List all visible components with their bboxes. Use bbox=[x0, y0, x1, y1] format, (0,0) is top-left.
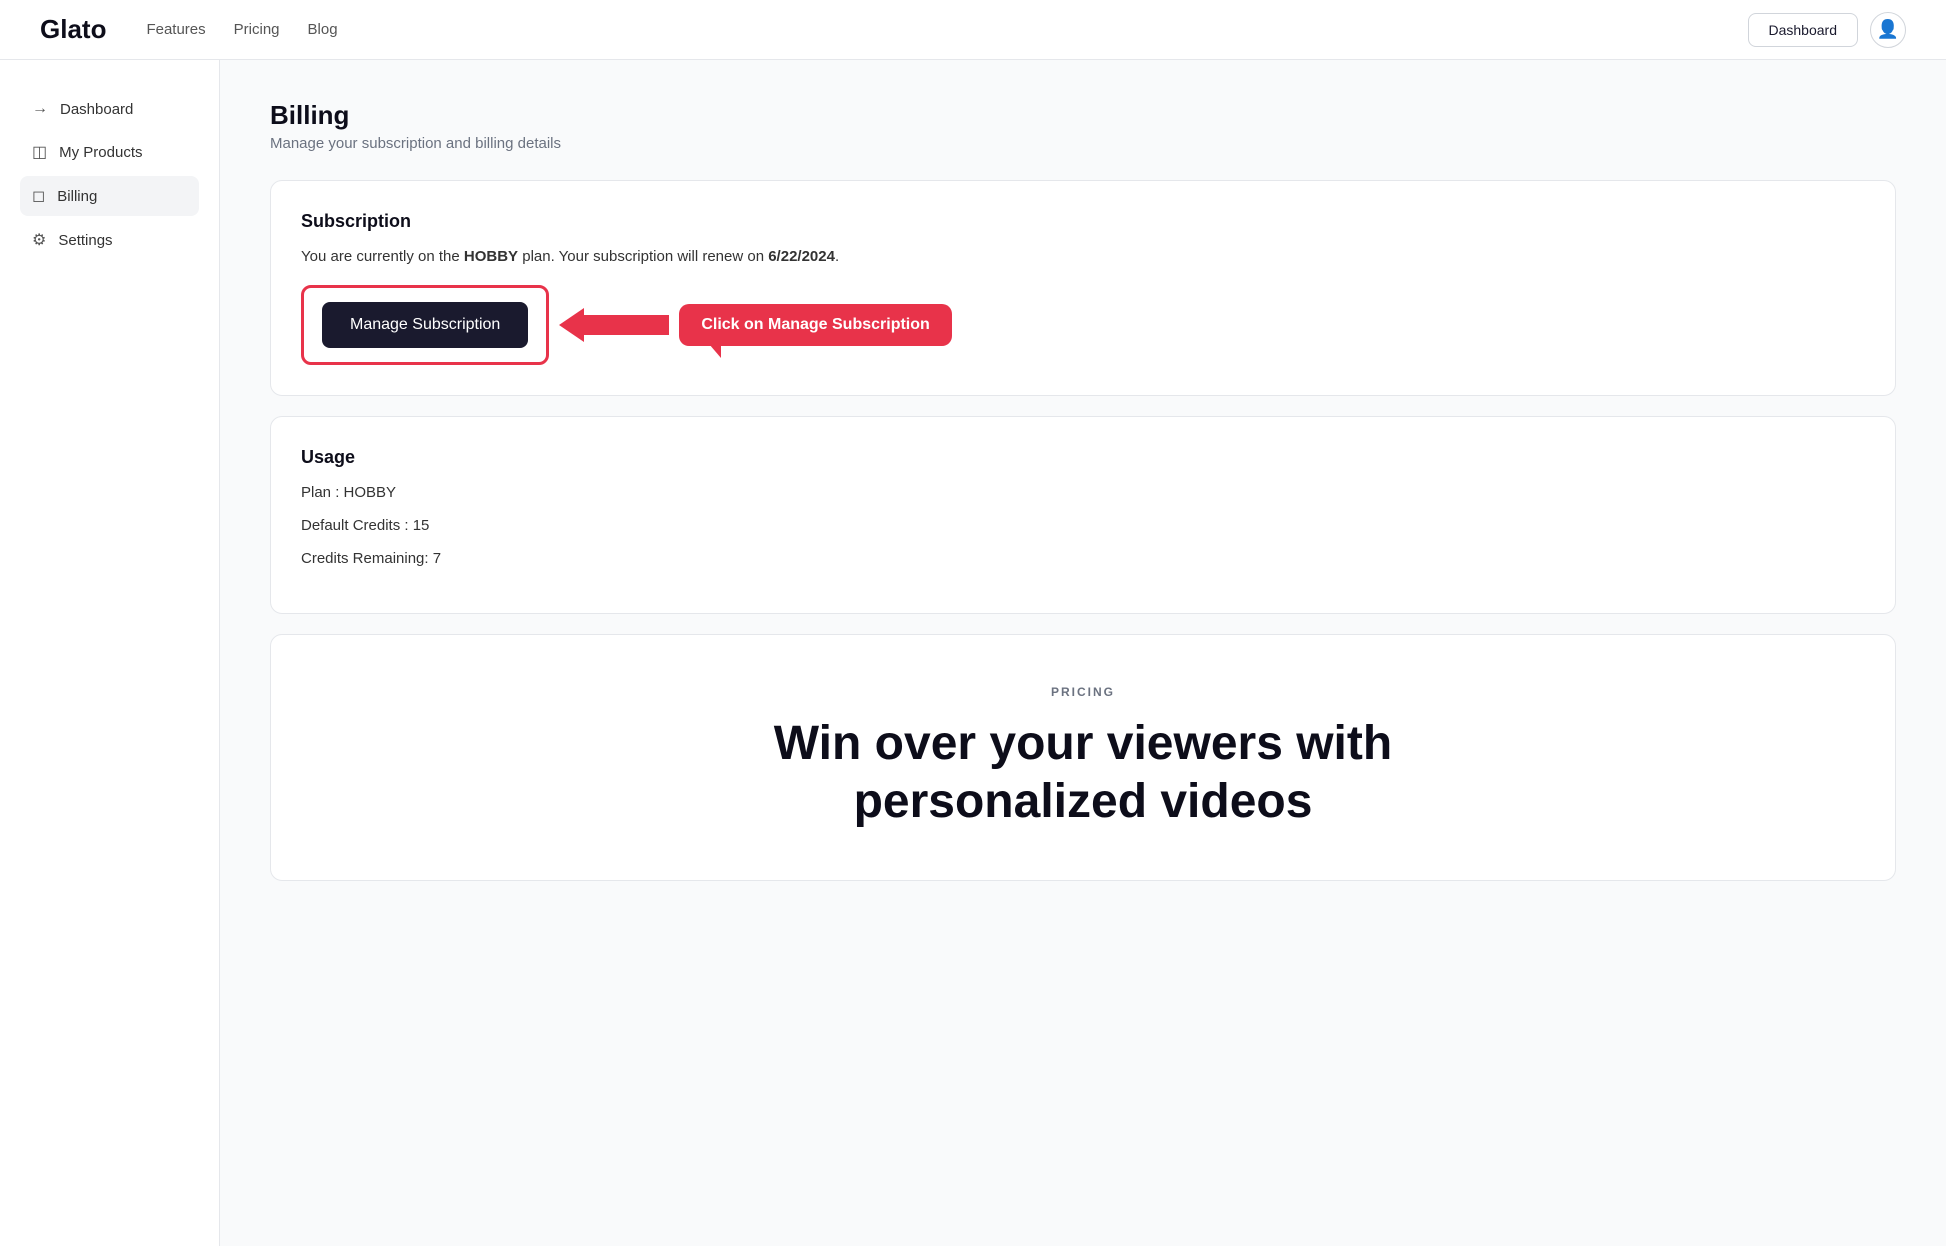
page-title: Billing bbox=[270, 100, 1896, 131]
monitor-icon: ◫ bbox=[32, 142, 47, 162]
gear-icon: ⚙ bbox=[32, 230, 46, 250]
usage-plan: Plan : HOBBY bbox=[301, 484, 1865, 501]
usage-card-title: Usage bbox=[301, 447, 1865, 468]
highlight-box: Manage Subscription bbox=[301, 285, 549, 365]
sidebar-label-billing: Billing bbox=[57, 188, 97, 205]
main-content: Billing Manage your subscription and bil… bbox=[220, 60, 1946, 1246]
usage-default-credits: Default Credits : 15 bbox=[301, 517, 1865, 534]
nav-features[interactable]: Features bbox=[146, 21, 205, 38]
subscription-info-text: You are currently on the HOBBY plan. You… bbox=[301, 248, 1865, 265]
navbar: Glato Features Pricing Blog Dashboard 👤 bbox=[0, 0, 1946, 60]
manage-subscription-button[interactable]: Manage Subscription bbox=[322, 302, 528, 348]
sidebar-label-settings: Settings bbox=[58, 232, 112, 249]
annotation-row: Manage Subscription bbox=[301, 285, 1865, 365]
sidebar-label-dashboard: Dashboard bbox=[60, 101, 133, 118]
sidebar-label-my-products: My Products bbox=[59, 144, 142, 161]
billing-icon: ◻ bbox=[32, 186, 45, 206]
callout-bubble: Click on Manage Subscription bbox=[679, 304, 951, 346]
sidebar-item-settings[interactable]: ⚙ Settings bbox=[20, 220, 199, 260]
pricing-label: PRICING bbox=[301, 685, 1865, 699]
brand-logo: Glato bbox=[40, 14, 106, 45]
sidebar-item-billing[interactable]: ◻ Billing bbox=[20, 176, 199, 216]
nav-actions: Dashboard 👤 bbox=[1748, 12, 1907, 48]
nav-blog[interactable]: Blog bbox=[308, 21, 338, 38]
sidebar-item-my-products[interactable]: ◫ My Products bbox=[20, 132, 199, 172]
subscription-card-title: Subscription bbox=[301, 211, 1865, 232]
sidebar: → Dashboard ◫ My Products ◻ Billing ⚙ Se… bbox=[0, 60, 220, 1246]
subscription-card: Subscription You are currently on the HO… bbox=[270, 180, 1896, 396]
arrow-right-icon: → bbox=[32, 100, 48, 118]
page-subtitle: Manage your subscription and billing det… bbox=[270, 135, 1896, 152]
nav-links: Features Pricing Blog bbox=[146, 21, 1747, 38]
usage-credits-remaining: Credits Remaining: 7 bbox=[301, 550, 1865, 567]
page-layout: → Dashboard ◫ My Products ◻ Billing ⚙ Se… bbox=[0, 60, 1946, 1246]
arrow-icon bbox=[559, 300, 679, 350]
dashboard-button[interactable]: Dashboard bbox=[1748, 13, 1859, 47]
pricing-card: PRICING Win over your viewers with perso… bbox=[270, 634, 1896, 881]
pricing-headline: Win over your viewers with personalized … bbox=[301, 715, 1865, 830]
nav-pricing[interactable]: Pricing bbox=[234, 21, 280, 38]
sidebar-item-dashboard[interactable]: → Dashboard bbox=[20, 90, 199, 128]
user-avatar-icon[interactable]: 👤 bbox=[1870, 12, 1906, 48]
usage-card: Usage Plan : HOBBY Default Credits : 15 … bbox=[270, 416, 1896, 614]
arrow-annotation bbox=[559, 300, 679, 350]
